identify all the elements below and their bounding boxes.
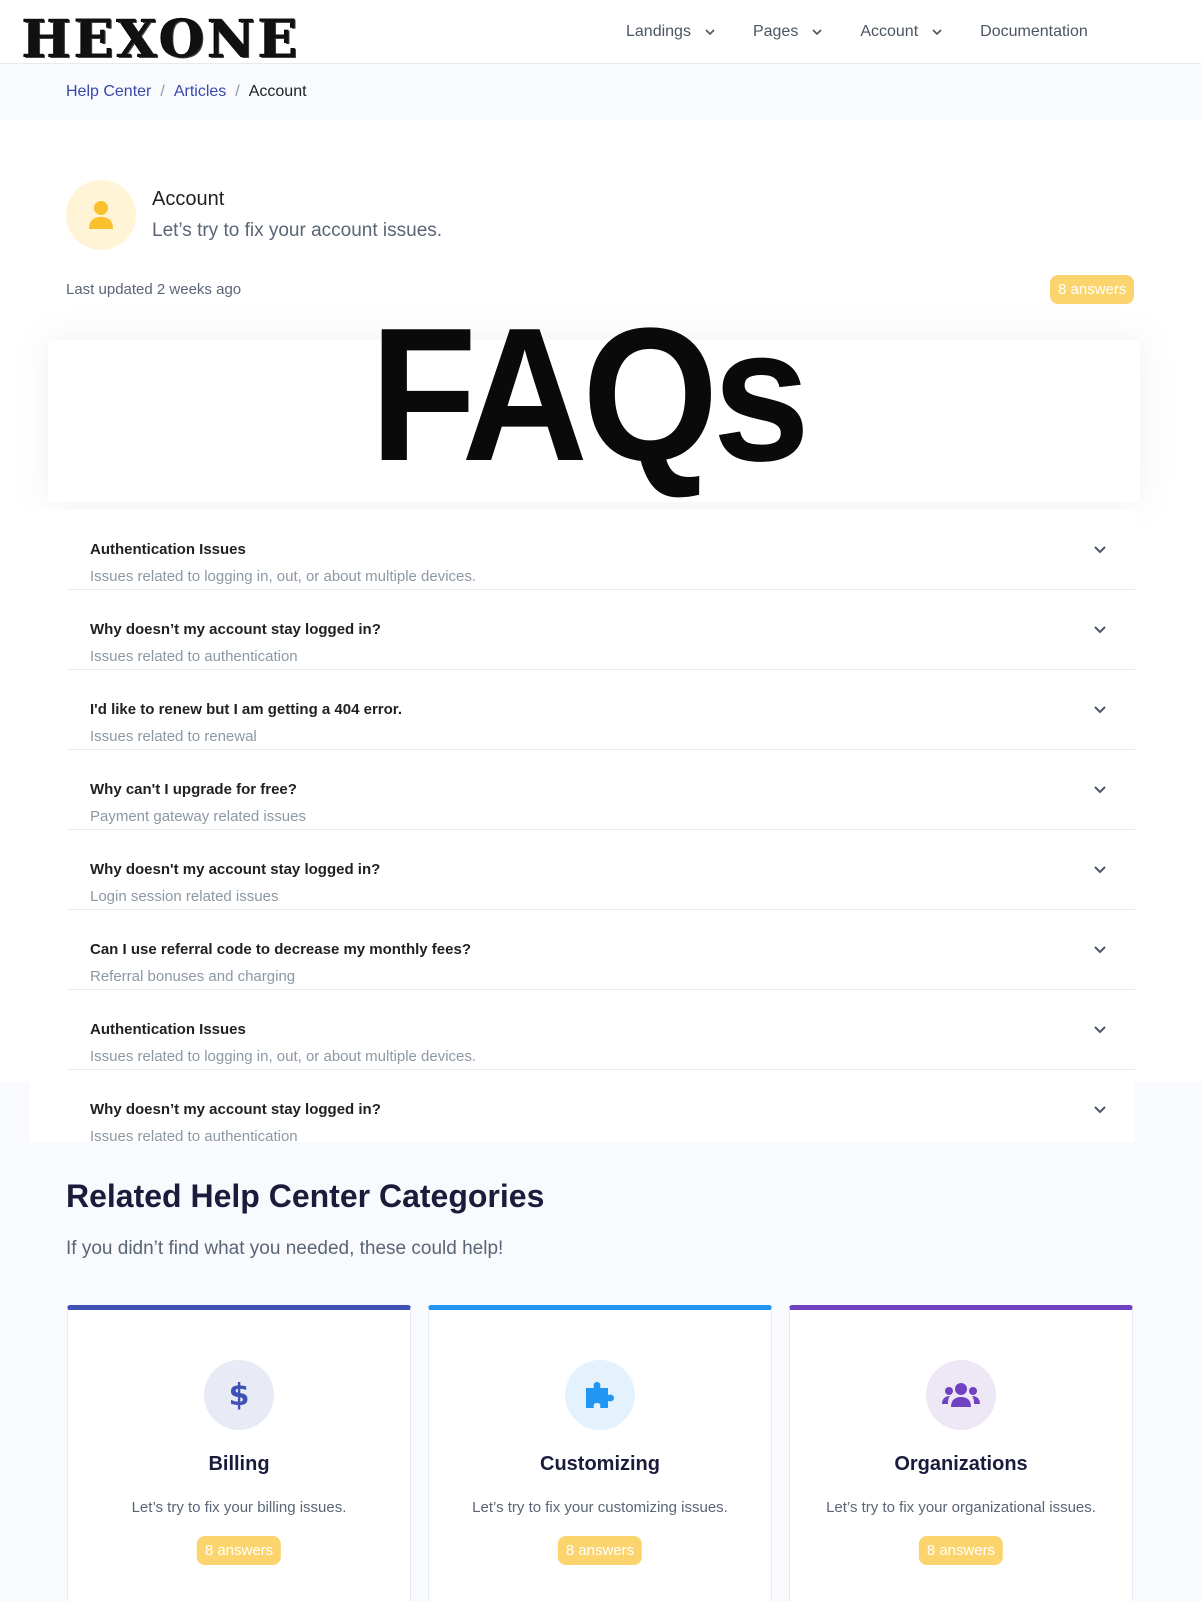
category-card-customizing[interactable]: Customizing Let’s try to fix your custom… <box>428 1305 772 1601</box>
answers-badge: 8 answers <box>918 1536 1004 1565</box>
faq-question: Why doesn’t my account stay logged in? <box>90 1101 381 1118</box>
breadcrumb-current: Account <box>248 83 307 100</box>
puzzle-icon <box>586 1382 614 1408</box>
account-title: Account <box>152 188 225 210</box>
faq-question: Authentication Issues <box>90 541 246 558</box>
chevron-down-icon <box>932 29 942 36</box>
category-icon-circle <box>926 1360 996 1430</box>
nav-landings[interactable]: Landings <box>626 23 715 41</box>
faq-question: Why can't I upgrade for free? <box>90 781 297 798</box>
chevron-down-icon <box>812 29 822 36</box>
chevron-down-icon <box>1094 866 1106 874</box>
faq-question: Authentication Issues <box>90 1021 246 1038</box>
chevron-down-icon <box>1094 706 1106 714</box>
faq-list: Authentication Issues Issues related to … <box>29 510 1135 1145</box>
category-icon-circle: $ <box>204 1360 274 1430</box>
answers-badge: 8 answers <box>557 1536 643 1565</box>
answers-badge: 8 answers <box>1050 275 1135 304</box>
category-card-organizations[interactable]: Organizations Let’s try to fix your orga… <box>789 1305 1133 1601</box>
nav-label: Landings <box>626 23 691 40</box>
breadcrumb-separator: / <box>160 83 165 100</box>
faq-item[interactable]: Authentication Issues Issues related to … <box>67 510 1135 590</box>
nav-account[interactable]: Account <box>860 23 942 41</box>
faq-item[interactable]: Why doesn’t my account stay logged in? I… <box>67 1070 1135 1145</box>
category-card-billing[interactable]: $ Billing Let’s try to fix your billing … <box>67 1305 411 1601</box>
category-description: Let’s try to fix your organizational iss… <box>826 1499 1096 1516</box>
category-description: Let’s try to fix your customizing issues… <box>472 1499 728 1516</box>
faq-question: I'd like to renew but I am getting a 404… <box>90 701 402 718</box>
faq-answer: Login session related issues <box>90 888 279 905</box>
faq-answer: Issues related to logging in, out, or ab… <box>90 1048 477 1065</box>
category-name: Billing <box>208 1453 270 1475</box>
nav-label: Pages <box>752 23 799 40</box>
faq-answer: Issues related to renewal <box>90 728 257 745</box>
chevron-down-icon <box>1094 626 1106 634</box>
faq-item[interactable]: Why doesn't my account stay logged in? L… <box>67 830 1135 910</box>
faq-item[interactable]: I'd like to renew but I am getting a 404… <box>67 670 1135 750</box>
faq-heading: FAQs <box>370 289 810 501</box>
faq-question: Why doesn't my account stay logged in? <box>90 861 381 878</box>
account-subtitle: Let’s try to fix your account issues. <box>152 220 443 241</box>
answers-badge: 8 answers <box>196 1536 282 1565</box>
faq-item[interactable]: Why can't I upgrade for free? Payment ga… <box>67 750 1135 830</box>
faq-item[interactable]: Why doesn’t my account stay logged in? I… <box>67 590 1135 670</box>
nav-label: Documentation <box>980 23 1088 40</box>
breadcrumb: Help Center / Articles / Account <box>66 83 307 101</box>
nav-label: Account <box>860 23 919 40</box>
nav-documentation[interactable]: Documentation <box>980 23 1088 41</box>
faq-answer: Referral bonuses and charging <box>90 968 296 985</box>
chevron-down-icon <box>1094 546 1106 554</box>
logo[interactable]: HEXONE <box>22 14 301 66</box>
faq-question: Why doesn’t my account stay logged in? <box>90 621 381 638</box>
related-title: Related Help Center Categories <box>66 1178 545 1214</box>
main-nav: Landings Pages Account Documentation <box>626 0 1088 64</box>
users-icon <box>942 1383 980 1407</box>
chevron-down-icon <box>1094 946 1106 954</box>
breadcrumb-help-center[interactable]: Help Center <box>66 83 151 101</box>
breadcrumb-articles[interactable]: Articles <box>174 83 226 101</box>
site-header: HEXONE Landings Pages Account Documentat… <box>0 0 1201 66</box>
last-updated: Last updated 2 weeks ago <box>66 281 242 298</box>
chevron-down-icon <box>1094 1026 1106 1034</box>
faq-answer: Issues related to authentication <box>90 1128 298 1145</box>
related-subtitle: If you didn’t find what you needed, thes… <box>66 1238 504 1259</box>
faq-answer: Issues related to authentication <box>90 648 298 665</box>
chevron-down-icon <box>1094 1106 1106 1114</box>
faq-item[interactable]: Can I use referral code to decrease my m… <box>67 910 1135 990</box>
category-name: Organizations <box>894 1453 1028 1475</box>
category-name: Customizing <box>540 1453 660 1475</box>
faq-item[interactable]: Authentication Issues Issues related to … <box>67 990 1135 1070</box>
dollar-icon: $ <box>228 1377 250 1413</box>
faq-answer: Payment gateway related issues <box>90 808 306 825</box>
chevron-down-icon <box>705 29 715 36</box>
faq-answer: Issues related to logging in, out, or ab… <box>90 568 477 585</box>
breadcrumb-separator: / <box>235 83 240 100</box>
nav-pages[interactable]: Pages <box>753 23 822 41</box>
faq-question: Can I use referral code to decrease my m… <box>90 941 471 958</box>
user-icon <box>89 201 113 229</box>
category-icon-circle <box>565 1360 635 1430</box>
breadcrumb-bar: Help Center / Articles / Account <box>0 64 1201 120</box>
chevron-down-icon <box>1094 786 1106 794</box>
account-avatar <box>66 180 136 250</box>
category-description: Let’s try to fix your billing issues. <box>131 1499 347 1516</box>
